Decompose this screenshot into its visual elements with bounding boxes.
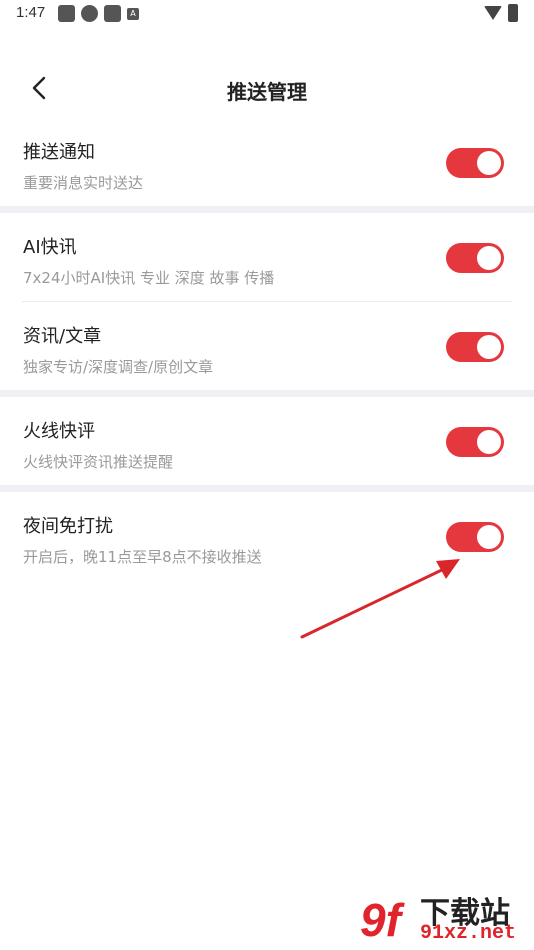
toggle-switch[interactable] (446, 243, 504, 273)
header: 推送管理 (0, 62, 534, 118)
toggle-switch[interactable] (446, 427, 504, 457)
status-system-icons (484, 4, 518, 22)
wifi-icon (484, 6, 502, 20)
section-separator (0, 390, 534, 397)
toggle-knob (477, 151, 501, 175)
toggle-switch[interactable] (446, 332, 504, 362)
setting-subtitle: 独家专访/深度调查/原创文章 (23, 358, 214, 376)
setting-subtitle: 开启后，晚11点至早8点不接收推送 (23, 548, 262, 566)
setting-title: AI快讯 (23, 237, 77, 258)
toggle-knob (477, 246, 501, 270)
setting-row-push-notification: 推送通知 重要消息实时送达 (0, 118, 534, 206)
toggle-switch[interactable] (446, 148, 504, 178)
annotation-arrow-icon (300, 559, 460, 639)
section-separator (0, 206, 534, 213)
section-separator (0, 485, 534, 492)
app-icon (104, 5, 121, 22)
setting-title: 夜间免打扰 (23, 516, 113, 537)
battery-icon (508, 4, 518, 22)
setting-title: 火线快评 (23, 421, 95, 442)
status-time: 1:47 (16, 4, 46, 21)
watermark-logo: 9f (360, 894, 401, 946)
app-icon (58, 5, 75, 22)
page-title: 推送管理 (227, 80, 307, 104)
setting-title: 推送通知 (23, 142, 95, 163)
sync-icon (81, 5, 98, 22)
setting-subtitle: 火线快评资讯推送提醒 (23, 453, 174, 471)
watermark-url: 91xz.net (420, 922, 517, 945)
settings-list: 推送通知 重要消息实时送达 AI快讯 7x24小时AI快讯 专业 深度 故事 传… (0, 118, 534, 580)
toggle-knob (477, 335, 501, 359)
toggle-knob (477, 430, 501, 454)
toggle-knob (477, 525, 501, 549)
setting-title: 资讯/文章 (23, 326, 102, 347)
setting-row-ai-news: AI快讯 7x24小时AI快讯 专业 深度 故事 传播 (0, 213, 534, 301)
setting-row-articles: 资讯/文章 独家专访/深度调查/原创文章 (0, 302, 534, 390)
status-notification-icons: A (58, 5, 139, 22)
status-bar: 1:47 A (0, 0, 534, 30)
setting-subtitle: 7x24小时AI快讯 专业 深度 故事 传播 (23, 269, 275, 287)
setting-subtitle: 重要消息实时送达 (23, 174, 144, 192)
a-icon: A (127, 8, 139, 20)
setting-row-quick-review: 火线快评 火线快评资讯推送提醒 (0, 397, 534, 485)
watermark: 9f 下载站 91xz.net (360, 888, 530, 948)
